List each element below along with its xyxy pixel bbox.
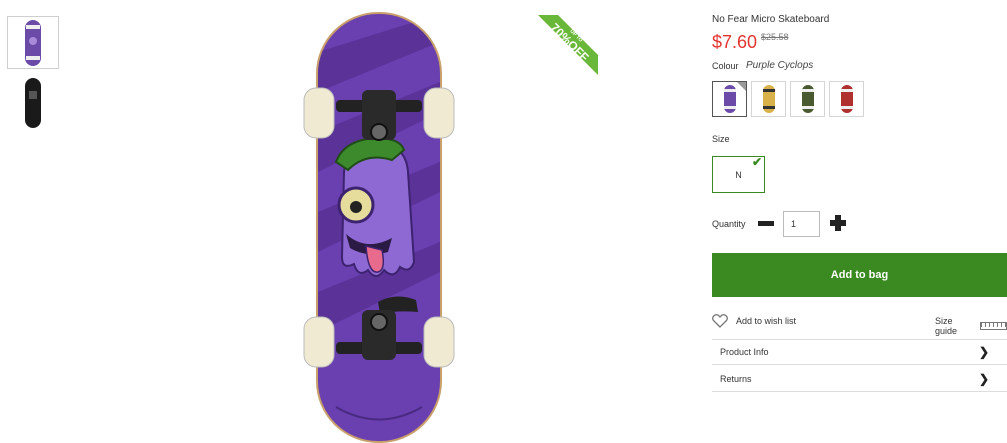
size-guide-label: Size guide <box>935 316 958 336</box>
sale-badge: UP TO 70%OFF <box>538 15 598 75</box>
colour-swatch-red[interactable] <box>829 81 864 117</box>
wish-list-label: Add to wish list <box>736 316 797 326</box>
size-option-label: N <box>735 169 742 180</box>
add-to-wish-list-link[interactable]: Add to wish list <box>712 314 796 328</box>
skateboard-swatch-image <box>762 85 775 113</box>
quantity-decrease-button[interactable] <box>758 219 774 228</box>
skateboard-front-thumbnail-image <box>25 19 41 66</box>
accordion-label: Returns <box>720 373 752 384</box>
colour-swatch-purple[interactable] <box>712 81 747 117</box>
thumbnail-front[interactable] <box>7 16 59 69</box>
skateboard-swatch-image <box>723 85 736 113</box>
accordion-returns[interactable]: Returns ❯ <box>712 366 1007 392</box>
product-title: No Fear Micro Skateboard <box>712 14 830 25</box>
colour-label: Colour <box>712 61 739 71</box>
skateboard-swatch-image <box>801 85 814 113</box>
accordion-label: Product Info <box>720 347 769 357</box>
check-icon: ✔ <box>751 155 762 169</box>
skateboard-bottom-thumbnail-image <box>25 78 41 128</box>
accordion-product-info[interactable]: Product Info ❯ <box>712 339 1007 365</box>
quantity-label: Quantity <box>712 219 746 229</box>
ruler-icon <box>980 322 1007 330</box>
chevron-right-icon: ❯ <box>978 345 989 359</box>
thumbnail-bottom[interactable] <box>7 76 59 130</box>
heart-icon <box>712 314 728 328</box>
quantity-input[interactable] <box>783 211 820 237</box>
original-price: $25.58 <box>761 32 789 42</box>
minus-icon <box>758 221 774 226</box>
current-price: $7.60 <box>712 32 758 52</box>
sale-badge-text: UP TO 70%OFF <box>548 20 592 64</box>
colour-swatch-yellow[interactable] <box>751 81 786 117</box>
colour-swatch-green[interactable] <box>790 81 825 117</box>
product-main-image <box>303 12 455 443</box>
quantity-increase-button[interactable] <box>830 215 846 231</box>
size-label: Size <box>712 134 730 144</box>
size-guide-link[interactable]: Size guide <box>935 316 1007 336</box>
selected-corner-marker <box>737 82 746 91</box>
chevron-right-icon: ❯ <box>978 371 989 386</box>
colour-value: Purple Cyclops <box>746 60 814 71</box>
skateboard-swatch-image <box>840 85 853 113</box>
add-to-bag-button[interactable]: Add to bag <box>712 253 1007 297</box>
size-option-n[interactable]: N ✔ <box>712 155 765 193</box>
